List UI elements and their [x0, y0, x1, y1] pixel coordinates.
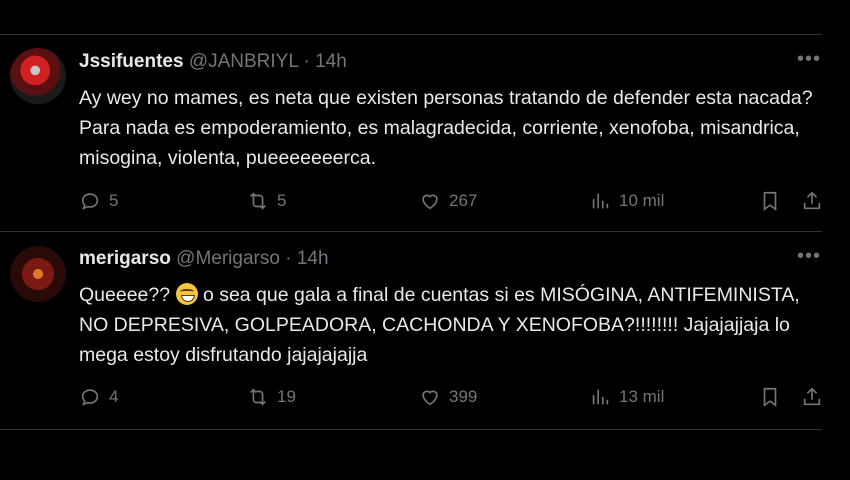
timestamp[interactable]: 14h: [315, 51, 347, 72]
retweet-icon: [250, 192, 266, 210]
display-name[interactable]: merigarso: [79, 248, 171, 269]
bookmark-icon: [763, 387, 777, 407]
like-button[interactable]: 399: [419, 386, 477, 408]
timestamp[interactable]: 14h: [297, 248, 329, 269]
retweet-button[interactable]: 5: [247, 190, 286, 212]
share-button[interactable]: [801, 386, 823, 408]
reply-count: 4: [109, 387, 119, 406]
more-icon[interactable]: •••: [796, 49, 822, 69]
reply-icon: [81, 193, 99, 210]
reply-count: 5: [109, 191, 119, 210]
separator: ·: [285, 248, 292, 269]
like-count: 399: [449, 387, 478, 406]
bookmark-button[interactable]: [759, 386, 781, 408]
reply-icon: [81, 389, 99, 406]
separator: ·: [303, 51, 310, 72]
avatar[interactable]: [10, 48, 66, 104]
views-count: 10 mil: [619, 191, 665, 210]
views-icon: [592, 389, 609, 405]
reply-button[interactable]: 4: [79, 386, 118, 408]
views-button[interactable]: 13 mil: [589, 386, 664, 408]
heart-icon: [422, 194, 438, 210]
tweet[interactable]: merigarso @Merigarso · 14h ••• Queeee?? …: [0, 232, 822, 429]
views-button[interactable]: 10 mil: [589, 190, 664, 212]
heart-icon: [422, 390, 438, 406]
views-count: 13 mil: [619, 387, 665, 406]
user-handle[interactable]: @Merigarso: [176, 248, 280, 269]
share-icon: [803, 191, 821, 210]
share-button[interactable]: [801, 190, 823, 212]
more-icon[interactable]: •••: [796, 246, 822, 266]
like-count: 267: [449, 191, 478, 210]
views-icon: [592, 193, 609, 209]
tweet-text: Ay wey no mames, es neta que existen per…: [79, 87, 813, 169]
like-button[interactable]: 267: [419, 190, 477, 212]
retweet-count: 5: [277, 191, 287, 210]
tweet-text: Queeee?? o sea que gala a final de cuent…: [79, 280, 824, 370]
share-icon: [803, 387, 821, 406]
tweet-actions: 4 19 399 13 mil: [79, 386, 824, 412]
retweet-count: 19: [277, 387, 296, 406]
bottom-divider: [0, 429, 822, 430]
tweet[interactable]: Jssifuentes @JANBRIYL · 14h ••• Ay wey n…: [0, 35, 822, 231]
bookmark-icon: [763, 191, 777, 211]
avatar[interactable]: [10, 246, 66, 302]
grinning-face-emoji-icon: [175, 283, 198, 305]
tweet-header: merigarso @Merigarso · 14h: [79, 248, 329, 270]
tweet-text-start: Queeee??: [79, 284, 171, 306]
tweet-header: Jssifuentes @JANBRIYL · 14h: [79, 51, 347, 73]
user-handle[interactable]: @JANBRIYL: [189, 51, 298, 72]
display-name[interactable]: Jssifuentes: [79, 51, 184, 72]
reply-button[interactable]: 5: [79, 190, 118, 212]
tweet-actions: 5 5 267 10 mil: [79, 190, 824, 216]
retweet-icon: [250, 388, 266, 406]
retweet-button[interactable]: 19: [247, 386, 296, 408]
bookmark-button[interactable]: [759, 190, 781, 212]
